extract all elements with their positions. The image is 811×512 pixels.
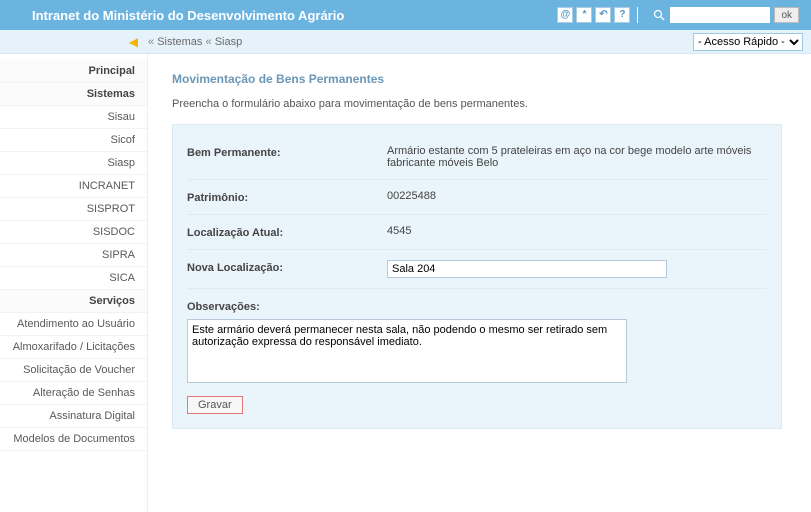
value-localizacao-atual: 4545 — [387, 225, 767, 239]
sidebar-item-sica[interactable]: SICA — [0, 267, 147, 290]
breadcrumb-item[interactable]: Sistemas — [157, 36, 202, 48]
quick-access: - Acesso Rápido - — [693, 33, 803, 51]
sidebar-item-sipra[interactable]: SIPRA — [0, 244, 147, 267]
sidebar-item-voucher[interactable]: Solicitação de Voucher — [0, 359, 147, 382]
row-patrimonio: Patrimônio: 00225488 — [187, 180, 767, 215]
breadcrumb-item[interactable]: Siasp — [215, 36, 243, 48]
top-bar: Intranet do Ministério do Desenvolviment… — [0, 0, 811, 30]
sidebar-item-incranet[interactable]: INCRANET — [0, 175, 147, 198]
star-icon[interactable]: * — [576, 7, 592, 23]
page-title: Movimentação de Bens Permanentes — [172, 72, 787, 86]
sidebar-header-servicos[interactable]: Serviços — [0, 290, 147, 313]
help-icon[interactable]: ? — [614, 7, 630, 23]
search-input[interactable] — [670, 7, 770, 23]
input-nova-localizacao[interactable] — [387, 260, 667, 278]
sub-bar: ◀ « Sistemas « Siasp - Acesso Rápido - — [0, 30, 811, 54]
sidebar-item-senhas[interactable]: Alteração de Senhas — [0, 382, 147, 405]
row-nova-localizacao: Nova Localização: — [187, 250, 767, 289]
app-title: Intranet do Ministério do Desenvolviment… — [12, 8, 557, 23]
sidebar-item-sisprot[interactable]: SISPROT — [0, 198, 147, 221]
sidebar: Principal Sistemas Sisau Sicof Siasp INC… — [0, 54, 148, 512]
sidebar-toggle-area: ◀ — [8, 35, 148, 49]
page-description: Preencha o formulário abaixo para movime… — [172, 98, 787, 110]
label-patrimonio: Patrimônio: — [187, 190, 387, 204]
search-icon — [652, 8, 666, 22]
sidebar-item-siasp[interactable]: Siasp — [0, 152, 147, 175]
value-bem-permanente: Armário estante com 5 prateleiras em aço… — [387, 145, 767, 169]
toolbar-icons: @ * ↶ ? — [557, 7, 642, 23]
sidebar-header-principal[interactable]: Principal — [0, 60, 147, 83]
label-observacoes: Observações: — [187, 299, 387, 313]
back-icon[interactable]: ↶ — [595, 7, 611, 23]
sidebar-item-assinatura[interactable]: Assinatura Digital — [0, 405, 147, 428]
sidebar-item-modelos[interactable]: Modelos de Documentos — [0, 428, 147, 451]
gravar-button[interactable]: Gravar — [187, 396, 243, 414]
textarea-observacoes[interactable] — [187, 319, 627, 383]
sidebar-header-sistemas[interactable]: Sistemas — [0, 83, 147, 106]
value-patrimonio: 00225488 — [387, 190, 767, 204]
breadcrumb: « Sistemas « Siasp — [148, 36, 693, 48]
label-nova-localizacao: Nova Localização: — [187, 260, 387, 278]
row-bem-permanente: Bem Permanente: Armário estante com 5 pr… — [187, 135, 767, 180]
row-localizacao-atual: Localização Atual: 4545 — [187, 215, 767, 250]
collapse-sidebar-icon[interactable]: ◀ — [129, 35, 138, 49]
sidebar-item-sicof[interactable]: Sicof — [0, 129, 147, 152]
sidebar-item-almoxarifado[interactable]: Almoxarifado / Licitações — [0, 336, 147, 359]
label-localizacao-atual: Localização Atual: — [187, 225, 387, 239]
sidebar-item-atendimento[interactable]: Atendimento ao Usuário — [0, 313, 147, 336]
breadcrumb-sep: « — [206, 36, 215, 48]
breadcrumb-sep: « — [148, 36, 157, 48]
form-panel: Bem Permanente: Armário estante com 5 pr… — [172, 124, 782, 429]
at-icon[interactable]: @ — [557, 7, 573, 23]
main-content: Movimentação de Bens Permanentes Preench… — [148, 54, 811, 512]
quick-access-select[interactable]: - Acesso Rápido - — [693, 33, 803, 51]
toolbar-separator — [637, 7, 638, 23]
label-bem-permanente: Bem Permanente: — [187, 145, 387, 169]
sidebar-item-sisdoc[interactable]: SISDOC — [0, 221, 147, 244]
sidebar-item-sisau[interactable]: Sisau — [0, 106, 147, 129]
search-area: ok — [652, 7, 799, 23]
body: Principal Sistemas Sisau Sicof Siasp INC… — [0, 54, 811, 512]
search-ok-button[interactable]: ok — [774, 7, 799, 23]
row-observacoes: Observações: — [187, 289, 767, 386]
